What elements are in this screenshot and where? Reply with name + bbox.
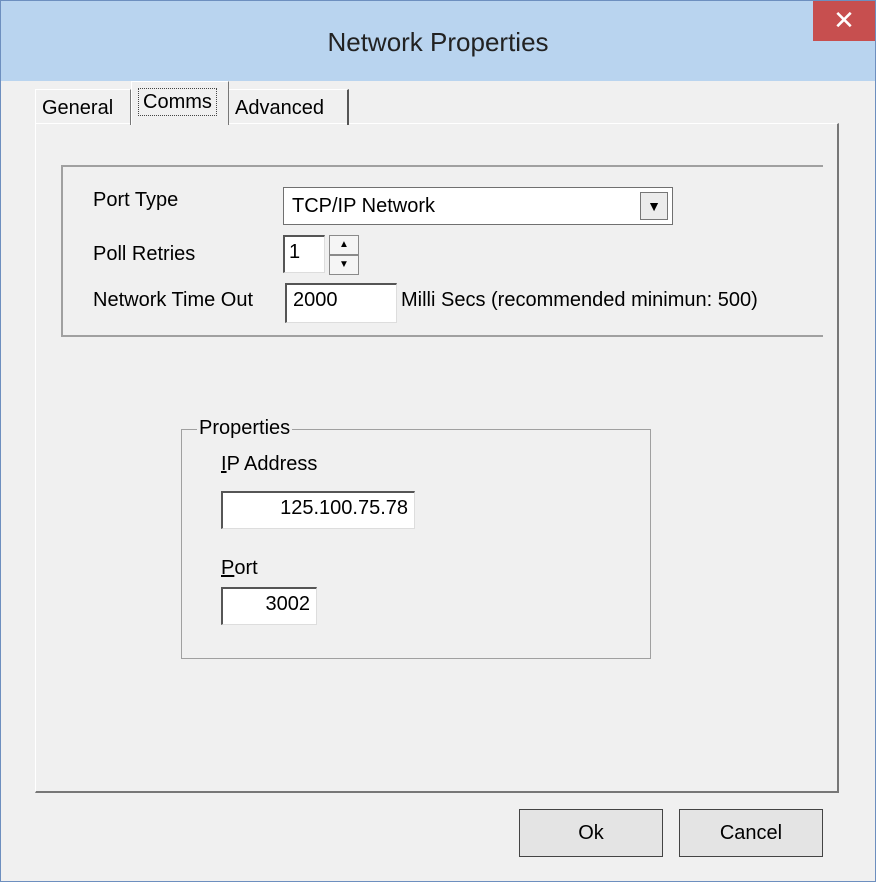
spin-down-icon[interactable]: ▼	[329, 255, 359, 275]
port-input[interactable]: 3002	[221, 587, 317, 625]
tab-comms-label: Comms	[138, 88, 217, 116]
timeout-unit-label: Milli Secs (recommended minimun: 500)	[401, 289, 758, 311]
ok-button[interactable]: Ok	[519, 809, 663, 857]
window-title: Network Properties	[327, 27, 549, 57]
ip-address-label-text: P Address	[226, 453, 318, 475]
tab-comms[interactable]: Comms	[131, 81, 229, 125]
title-bar: Network Properties ✕	[1, 1, 875, 81]
port-type-select[interactable]: TCP/IP Network ▼	[283, 187, 673, 225]
tab-advanced[interactable]: Advanced	[229, 89, 349, 125]
port-type-label: Port Type	[93, 189, 179, 211]
spin-up-icon[interactable]: ▲	[329, 235, 359, 255]
port-label-text: ort	[234, 557, 258, 579]
port-label: Port	[221, 557, 258, 579]
poll-retries-input[interactable]: 1	[283, 235, 325, 273]
cancel-button[interactable]: Cancel	[679, 809, 823, 857]
ip-address-input[interactable]: 125.100.75.78	[221, 491, 415, 529]
ip-address-label: IP Address	[221, 453, 318, 475]
properties-legend: Properties	[197, 417, 293, 440]
network-properties-dialog: Network Properties ✕ General Comms Advan…	[0, 0, 876, 882]
network-timeout-input[interactable]: 2000	[285, 283, 397, 323]
port-type-value: TCP/IP Network	[292, 195, 435, 217]
poll-retries-label: Poll Retries	[93, 243, 196, 265]
close-button[interactable]: ✕	[813, 1, 875, 41]
dropdown-arrow-icon[interactable]: ▼	[640, 192, 668, 220]
network-timeout-label: Network Time Out	[93, 289, 254, 311]
tab-general[interactable]: General	[35, 89, 131, 125]
